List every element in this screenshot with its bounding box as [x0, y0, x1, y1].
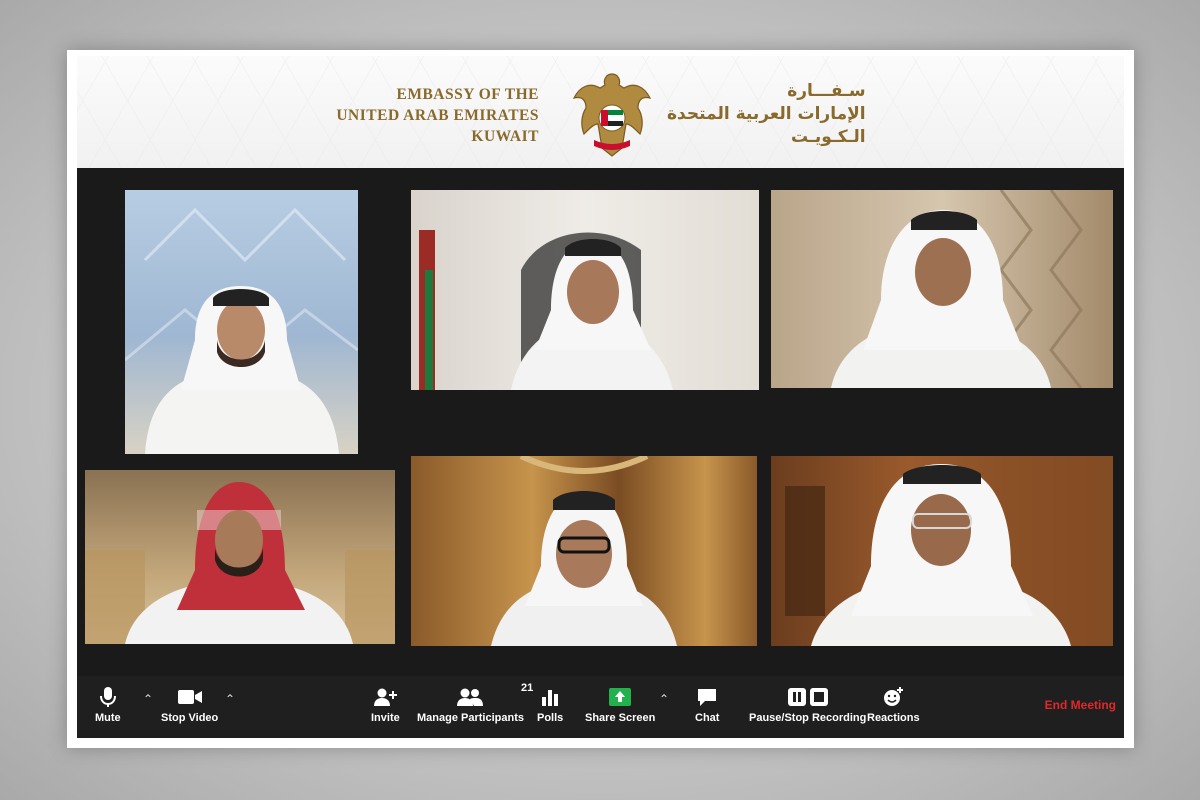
video-tile-participant-6[interactable] [771, 456, 1113, 646]
banner-en-line-1: EMBASSY OF THE [396, 86, 539, 103]
banner-en-line-3: KUWAIT [471, 128, 539, 145]
smiley-plus-icon [884, 687, 904, 706]
pause-stop-recording-label: Pause/Stop Recording [749, 712, 867, 724]
end-meeting-button[interactable]: End Meeting [1045, 698, 1116, 712]
manage-participants-button[interactable]: 21 Manage Participants [417, 682, 533, 724]
mute-button[interactable]: Mute [95, 684, 121, 724]
screenshot-frame: EMBASSY OF THE UNITED ARAB EMIRATES KUWA… [67, 50, 1134, 748]
banner-ar-line-1: سـفـــارة [787, 81, 866, 101]
share-screen-arrow-icon [609, 688, 632, 706]
video-tile-participant-4[interactable] [85, 470, 395, 644]
participant-3-video [831, 190, 1083, 388]
chat-label: Chat [695, 712, 720, 724]
participant-6-video [785, 456, 1113, 646]
video-tile-participant-1[interactable] [125, 190, 358, 454]
microphone-icon [99, 687, 116, 707]
share-screen-label: Share Screen [585, 712, 656, 724]
participant-4-video [85, 482, 395, 644]
chat-button[interactable]: Chat [695, 684, 719, 724]
invite-label: Invite [371, 712, 400, 724]
video-options-chevron-up-icon[interactable]: ⌃ [225, 692, 235, 706]
polls-button[interactable]: Polls [537, 684, 563, 724]
video-tile-participant-3[interactable] [771, 190, 1113, 388]
falcon-emblem-icon [572, 73, 652, 157]
chat-bubble-icon [698, 689, 717, 706]
participant-1-video [125, 207, 358, 454]
pause-stop-recording-button[interactable]: Pause/Stop Recording [749, 684, 866, 724]
banner-english-title: EMBASSY OF THE UNITED ARAB EMIRATES KUWA… [336, 84, 539, 147]
add-person-icon [374, 688, 398, 706]
bar-chart-icon [542, 690, 559, 706]
stop-video-button[interactable]: Stop Video [161, 684, 218, 724]
mute-label: Mute [95, 712, 121, 724]
banner-arabic-title: سـفـــارة الإمارات العربية المتحدة الـكـ… [667, 80, 866, 149]
video-tile-participant-5[interactable] [411, 456, 757, 646]
stop-video-label: Stop Video [161, 712, 219, 724]
banner-ar-line-2: الإمارات العربية المتحدة [667, 104, 866, 124]
invite-button[interactable]: Invite [371, 684, 400, 724]
banner-ar-line-3: الـكـويـت [791, 127, 866, 147]
video-camera-icon [177, 690, 202, 704]
participant-5-video [491, 456, 677, 646]
meeting-toolbar: Mute ⌃ Stop Video ⌃ Invite 21 Manage Par… [77, 676, 1124, 738]
polls-label: Polls [537, 712, 564, 724]
reactions-label: Reactions [867, 712, 920, 724]
audio-options-chevron-up-icon[interactable]: ⌃ [143, 692, 153, 706]
video-meeting-area: Mute ⌃ Stop Video ⌃ Invite 21 Manage Par… [77, 168, 1124, 738]
participants-icon [457, 688, 484, 706]
reactions-button[interactable]: Reactions [867, 684, 920, 724]
manage-participants-label: Manage Participants [417, 712, 524, 724]
share-screen-button[interactable]: Share Screen [585, 684, 655, 724]
participant-2-video [419, 230, 673, 390]
share-options-chevron-up-icon[interactable]: ⌃ [659, 692, 669, 706]
pause-stop-icon [787, 688, 828, 706]
banner-en-line-2: UNITED ARAB EMIRATES [336, 107, 539, 124]
participant-count-badge: 21 [521, 682, 534, 694]
embassy-banner: EMBASSY OF THE UNITED ARAB EMIRATES KUWA… [77, 56, 1124, 168]
video-tile-participant-2[interactable] [411, 190, 759, 390]
